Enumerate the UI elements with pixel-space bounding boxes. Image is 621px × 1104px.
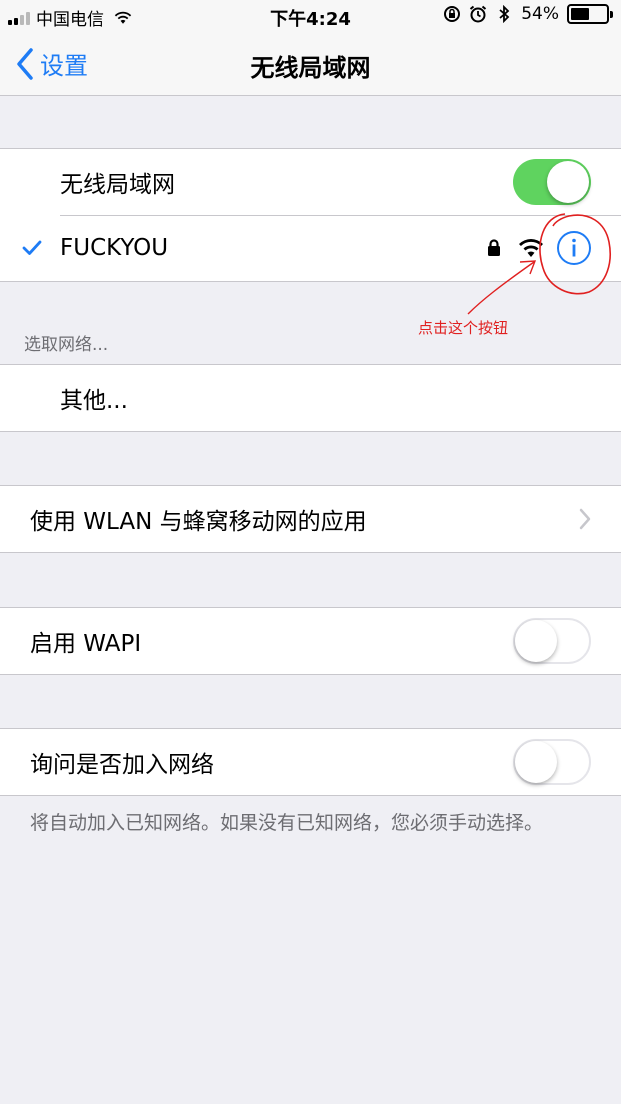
- wapi-row: 启用 WAPI: [0, 608, 621, 674]
- signal-icon: [8, 11, 30, 25]
- ask-join-label: 询问是否加入网络: [30, 752, 214, 778]
- wlan-apps-row[interactable]: 使用 WLAN 与蜂窝移动网的应用: [0, 486, 621, 552]
- page-title: 无线局域网: [250, 54, 371, 82]
- chevron-right-icon: [579, 508, 591, 530]
- wlan-apps-label: 使用 WLAN 与蜂窝移动网的应用: [30, 509, 367, 535]
- connected-network-name: FUCKYOU: [60, 235, 169, 261]
- wifi-icon: [114, 9, 132, 27]
- carrier-name: 中国电信: [36, 10, 104, 30]
- ask-join-row: 询问是否加入网络: [0, 729, 621, 795]
- back-button[interactable]: 设置: [16, 46, 88, 81]
- wifi-toggle-label: 无线局域网: [60, 172, 175, 198]
- alarm-icon: [469, 5, 487, 23]
- wlan-apps-group: 使用 WLAN 与蜂窝移动网的应用: [0, 485, 621, 553]
- wifi-toggle[interactable]: [513, 159, 591, 205]
- battery-icon: [567, 4, 613, 24]
- annotation-text: 点击这个按钮: [418, 319, 509, 337]
- other-network-group: 其他...: [0, 364, 621, 432]
- ask-join-toggle[interactable]: [513, 739, 591, 785]
- ask-join-footnote: 将自动加入已知网络。如果没有已知网络，您必须手动选择。: [30, 812, 544, 834]
- status-right: 54%: [443, 4, 613, 24]
- back-label: 设置: [40, 52, 88, 80]
- toggle-knob: [515, 620, 557, 662]
- status-bar: 中国电信 下午4:24 54%: [0, 0, 621, 32]
- checkmark-icon: [22, 240, 42, 255]
- navigation-bar: 设置 无线局域网: [0, 32, 621, 96]
- status-left: 中国电信: [8, 5, 132, 30]
- ask-join-group: 询问是否加入网络: [0, 728, 621, 796]
- orientation-lock-icon: [443, 5, 461, 23]
- annotation-arrow: [467, 260, 537, 315]
- other-network-label: 其他...: [60, 388, 128, 414]
- wapi-label: 启用 WAPI: [30, 631, 142, 657]
- battery-percent: 54%: [521, 4, 559, 24]
- chevron-left-icon: [17, 47, 33, 80]
- bluetooth-icon: [495, 5, 513, 23]
- wapi-toggle[interactable]: [513, 618, 591, 664]
- toggle-knob: [547, 161, 589, 203]
- wifi-toggle-row: 无线局域网: [0, 149, 621, 215]
- toggle-knob: [515, 741, 557, 783]
- other-network-row[interactable]: 其他...: [0, 365, 621, 431]
- wapi-group: 启用 WAPI: [0, 607, 621, 675]
- choose-network-header: 选取网络...: [24, 335, 109, 355]
